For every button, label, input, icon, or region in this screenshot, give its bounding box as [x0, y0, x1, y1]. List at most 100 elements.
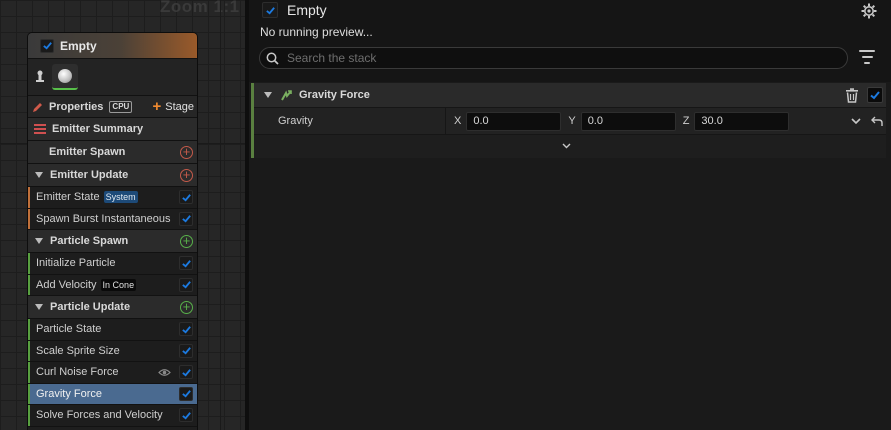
- checkmark-icon: [181, 347, 191, 355]
- collapse-arrow-icon[interactable]: [264, 92, 272, 98]
- checkmark-icon: [265, 6, 275, 15]
- module-tag: System: [103, 191, 138, 204]
- checkmark-icon: [181, 411, 191, 420]
- emitter-node-header[interactable]: Empty: [28, 33, 197, 59]
- checkmark-icon: [181, 259, 191, 268]
- graph-canvas[interactable]: Zoom 1:1 Empty Properties CPU + Stage Em…: [0, 0, 245, 430]
- checkmark-icon: [181, 368, 191, 377]
- section-label: Emitter Summary: [52, 123, 144, 135]
- module-enable-checkbox[interactable]: [179, 256, 193, 271]
- module-title: Gravity Force: [299, 89, 370, 101]
- section-label: Emitter Update: [50, 169, 129, 181]
- module-label: Curl Noise Force: [36, 366, 119, 379]
- particle-update-section[interactable]: Particle Update +: [28, 296, 197, 319]
- emitter-spawn-section[interactable]: Emitter Spawn +: [28, 141, 197, 164]
- emitter-node[interactable]: Empty Properties CPU + Stage Emitter Sum…: [27, 32, 198, 430]
- stack-search[interactable]: [259, 47, 848, 69]
- sphere-icon: [58, 69, 72, 83]
- chevron-down-icon[interactable]: [562, 143, 571, 149]
- module-row-scale-sprite-size[interactable]: Scale Sprite Size: [28, 340, 197, 362]
- module-enable-checkbox[interactable]: [179, 277, 193, 292]
- panel-enable-checkbox[interactable]: [262, 2, 278, 18]
- module-label: Add Velocity: [36, 278, 97, 291]
- filter-icon[interactable]: [859, 50, 875, 64]
- sim-target-badge: CPU: [109, 100, 133, 113]
- gravity-x-input[interactable]: 0.0: [466, 111, 562, 131]
- collapse-arrow-icon[interactable]: [35, 238, 43, 244]
- module-row-solve-forces[interactable]: Solve Forces and Velocity: [28, 405, 197, 427]
- axis-label-z: Z: [682, 115, 690, 127]
- module-header[interactable]: Gravity Force: [254, 83, 886, 108]
- add-module-button[interactable]: +: [180, 234, 193, 248]
- module-label: Gravity Force: [36, 387, 103, 400]
- module-enable-checkbox[interactable]: [179, 386, 193, 401]
- module-row-spawn-burst[interactable]: Spawn Burst Instantaneous: [28, 208, 197, 230]
- section-label: Emitter Spawn: [49, 146, 126, 158]
- selection-panel: Empty No running preview... Search the s…: [249, 0, 891, 430]
- particle-spawn-section[interactable]: Particle Spawn +: [28, 230, 197, 253]
- advanced-expand-row[interactable]: [254, 135, 886, 156]
- properties-row[interactable]: Properties CPU + Stage: [28, 96, 197, 118]
- add-module-button[interactable]: +: [180, 145, 193, 159]
- search-input[interactable]: [287, 51, 827, 65]
- checkmark-icon: [181, 215, 191, 223]
- search-icon: [266, 52, 279, 65]
- module-enable-checkbox[interactable]: [179, 190, 193, 205]
- sprite-renderer-thumbnail[interactable]: [52, 64, 78, 90]
- zoom-label: Zoom 1:1: [160, 0, 240, 16]
- eye-icon[interactable]: [158, 368, 171, 377]
- module-row-initialize-particle[interactable]: Initialize Particle: [28, 253, 197, 275]
- gravity-y-input[interactable]: 0.0: [580, 111, 676, 131]
- list-icon: [34, 124, 46, 134]
- pencil-icon: [33, 102, 42, 112]
- gravity-z-input[interactable]: 30.0: [694, 111, 790, 131]
- module-label: Emitter State: [36, 191, 100, 204]
- module-label: Particle State: [36, 323, 102, 336]
- checkmark-icon: [870, 91, 880, 100]
- emitter-summary-section[interactable]: Emitter Summary: [28, 118, 197, 141]
- graph-divider-line: [220, 0, 221, 430]
- trash-icon[interactable]: [845, 87, 859, 103]
- add-stage-button[interactable]: + Stage: [152, 98, 194, 115]
- section-label: Particle Spawn: [50, 235, 129, 247]
- chevron-down-icon[interactable]: [851, 117, 861, 125]
- checkmark-icon: [181, 325, 191, 334]
- module-row-curl-noise-force[interactable]: Curl Noise Force: [28, 362, 197, 384]
- panel-title: Empty: [287, 2, 327, 18]
- add-module-button[interactable]: +: [180, 300, 193, 314]
- gear-icon[interactable]: [861, 3, 877, 19]
- collapse-arrow-icon[interactable]: [35, 172, 43, 178]
- add-module-button[interactable]: +: [180, 168, 193, 182]
- reset-icon[interactable]: [871, 116, 883, 127]
- collapse-arrow-icon[interactable]: [35, 304, 43, 310]
- module-icon: [281, 89, 292, 100]
- module-label: Spawn Burst Instantaneous: [36, 212, 171, 225]
- properties-label: Properties: [49, 100, 104, 113]
- checkmark-icon: [181, 281, 191, 289]
- module-enable-checkbox[interactable]: [179, 343, 193, 358]
- module-enable-checkbox[interactable]: [867, 87, 883, 103]
- render-icon[interactable]: [32, 67, 48, 87]
- axis-label-x: X: [454, 115, 462, 127]
- plus-icon: +: [152, 98, 162, 115]
- emitter-update-section[interactable]: Emitter Update +: [28, 164, 197, 187]
- module-enable-checkbox[interactable]: [179, 322, 193, 337]
- preview-status: No running preview...: [260, 25, 373, 39]
- module-label: Scale Sprite Size: [36, 344, 120, 357]
- vector-input: X 0.0 Y 0.0 Z 30.0: [454, 111, 796, 131]
- module-label: Solve Forces and Velocity: [36, 409, 163, 422]
- parameter-row-gravity: Gravity X 0.0 Y 0.0 Z 30.0: [254, 108, 886, 135]
- stage-button-label: Stage: [165, 100, 194, 113]
- axis-label-y: Y: [568, 115, 576, 127]
- module-row-particle-state[interactable]: Particle State: [28, 319, 197, 341]
- emitter-thumbnails: [28, 59, 197, 96]
- emitter-enable-checkbox[interactable]: [40, 38, 54, 53]
- module-enable-checkbox[interactable]: [179, 408, 193, 423]
- module-row-gravity-force[interactable]: Gravity Force: [28, 383, 197, 405]
- module-row-emitter-state[interactable]: Emitter State System: [28, 187, 197, 209]
- module-label: Initialize Particle: [36, 257, 116, 270]
- module-enable-checkbox[interactable]: [179, 365, 193, 380]
- module-row-add-velocity[interactable]: Add Velocity In Cone: [28, 274, 197, 296]
- module-enable-checkbox[interactable]: [179, 211, 193, 226]
- parameter-label: Gravity: [254, 108, 446, 134]
